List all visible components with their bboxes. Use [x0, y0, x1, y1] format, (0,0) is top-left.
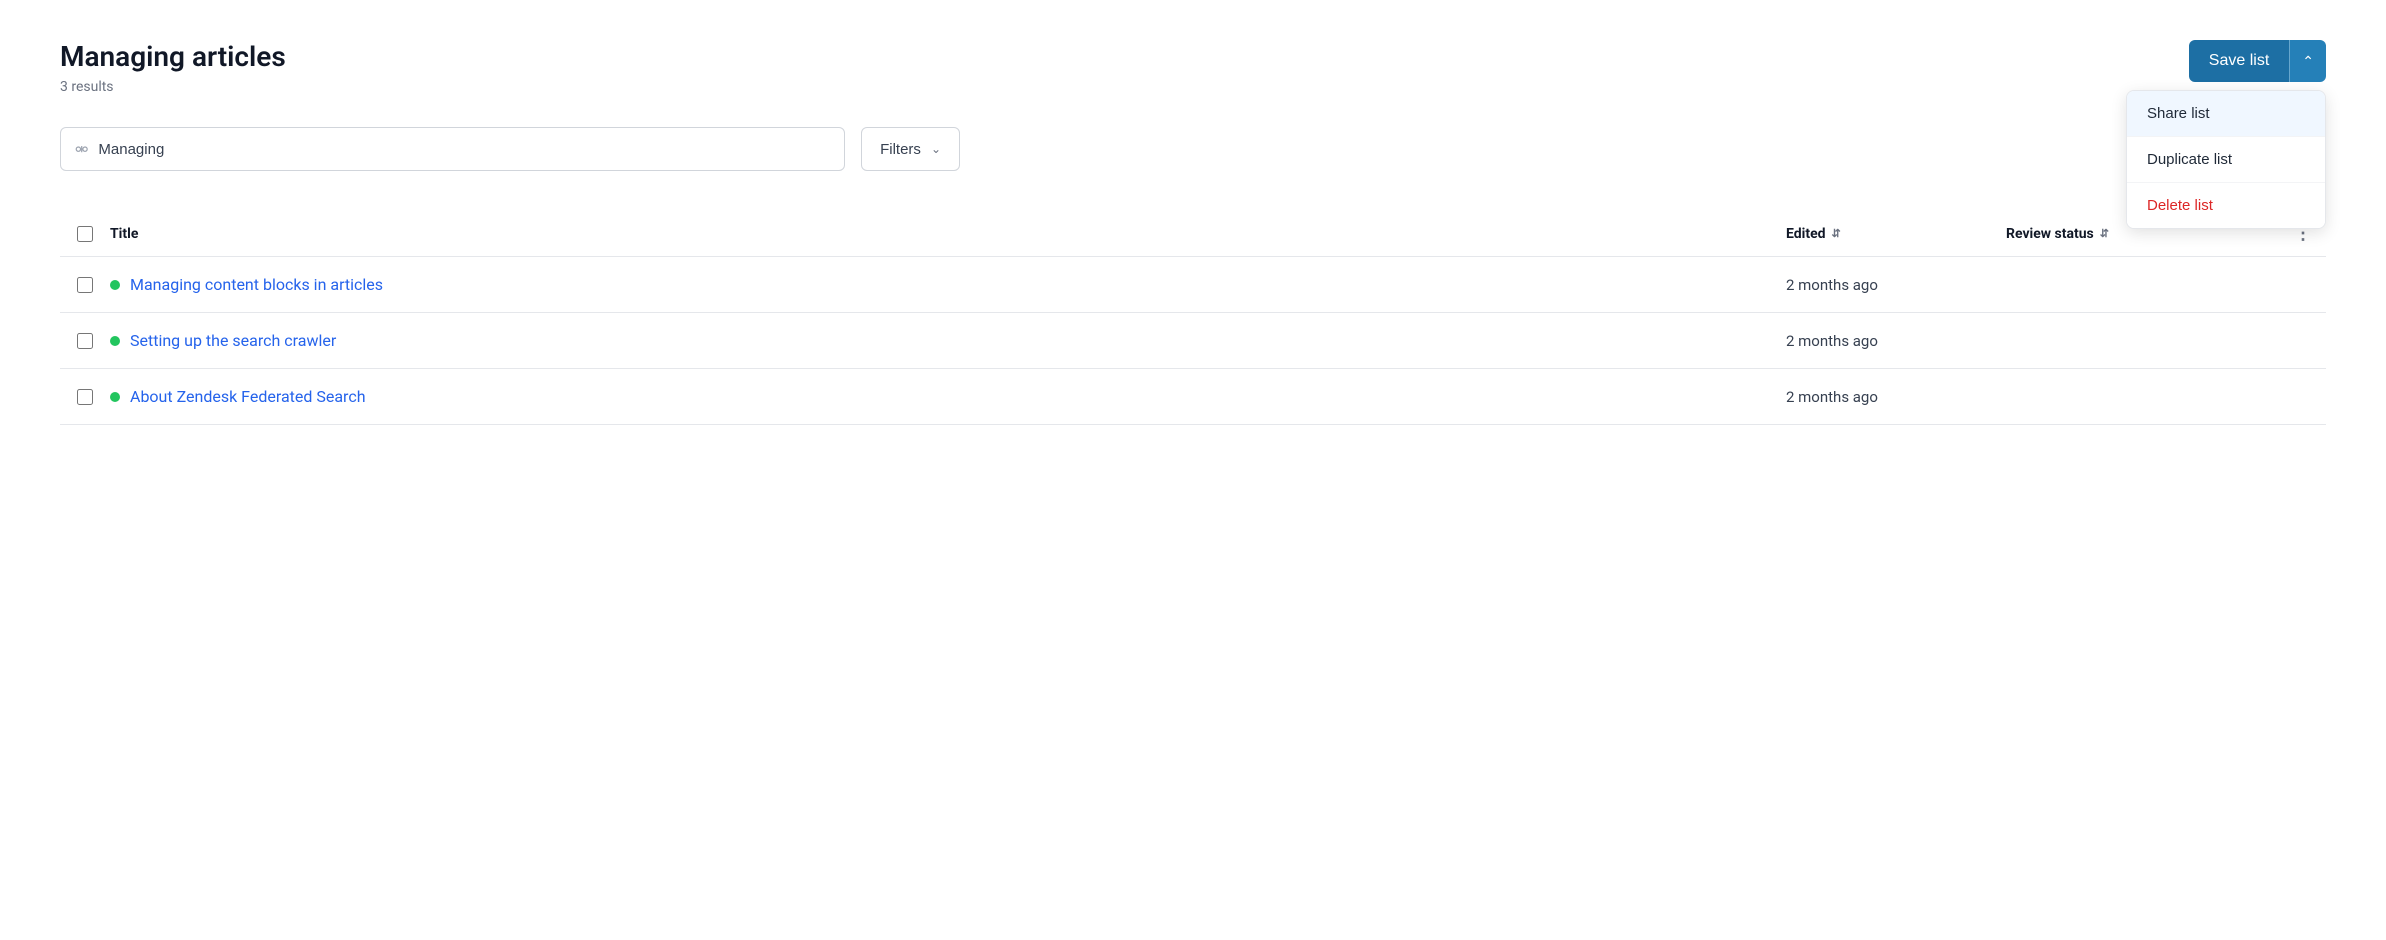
table-row: Managing content blocks in articles 2 mo… — [60, 257, 2326, 313]
header-right: Save list ⌃ Share list Duplicate list De… — [2189, 40, 2326, 82]
col-header-edited: Edited ⇵ — [1786, 226, 2006, 242]
row-checkbox-cell-2 — [60, 333, 110, 349]
status-dot-published — [110, 392, 120, 402]
chevron-down-icon: ⌄ — [931, 142, 941, 156]
filters-button[interactable]: Filters ⌄ — [861, 127, 960, 171]
search-input[interactable] — [98, 141, 830, 158]
page-title: Managing articles — [60, 40, 286, 73]
row-3-title-cell: About Zendesk Federated Search — [110, 387, 1786, 406]
row-3-checkbox[interactable] — [77, 389, 93, 405]
duplicate-list-item[interactable]: Duplicate list — [2127, 137, 2325, 182]
row-checkbox-cell-1 — [60, 277, 110, 293]
chevron-up-icon: ⌃ — [2302, 53, 2314, 70]
edited-column-label: Edited ⇵ — [1786, 226, 2006, 242]
row-2-checkbox[interactable] — [77, 333, 93, 349]
header-left: Managing articles 3 results — [60, 40, 286, 95]
article-link-2[interactable]: Setting up the search crawler — [130, 331, 336, 350]
table-header: Title Edited ⇵ Review status ⇵ ⋮ — [60, 211, 2326, 257]
status-dot-published — [110, 336, 120, 346]
dropdown-menu: Share list Duplicate list Delete list — [2126, 90, 2326, 229]
review-sort-icon[interactable]: ⇵ — [2100, 228, 2109, 239]
status-dot-published — [110, 280, 120, 290]
table-row: About Zendesk Federated Search 2 months … — [60, 369, 2326, 425]
row-2-edited-cell: 2 months ago — [1786, 332, 2006, 350]
row-checkbox-cell-3 — [60, 389, 110, 405]
table-row: Setting up the search crawler 2 months a… — [60, 313, 2326, 369]
row-1-title-cell: Managing content blocks in articles — [110, 275, 1786, 294]
title-column-label: Title — [110, 226, 1786, 242]
row-1-checkbox[interactable] — [77, 277, 93, 293]
share-list-item[interactable]: Share list — [2127, 91, 2325, 136]
row-1-edited-cell: 2 months ago — [1786, 276, 2006, 294]
row-2-title-cell: Setting up the search crawler — [110, 331, 1786, 350]
articles-table: Title Edited ⇵ Review status ⇵ ⋮ Managin… — [60, 211, 2326, 425]
filters-label: Filters — [880, 141, 921, 158]
row-3-edited-cell: 2 months ago — [1786, 388, 2006, 406]
save-list-button-group: Save list ⌃ — [2189, 40, 2326, 82]
search-wrapper: ⚮ — [60, 127, 845, 171]
article-link-1[interactable]: Managing content blocks in articles — [130, 275, 383, 294]
search-filter-row: ⚮ Filters ⌄ — [60, 127, 960, 171]
header-checkbox-cell — [60, 226, 110, 242]
article-link-3[interactable]: About Zendesk Federated Search — [130, 387, 366, 406]
results-count: 3 results — [60, 79, 286, 95]
save-list-chevron-button[interactable]: ⌃ — [2289, 40, 2326, 82]
save-list-button[interactable]: Save list — [2189, 40, 2289, 82]
search-icon: ⚮ — [75, 140, 88, 159]
delete-list-item[interactable]: Delete list — [2127, 183, 2325, 228]
col-header-title: Title — [110, 226, 1786, 242]
page-header: Managing articles 3 results Save list ⌃ … — [60, 40, 2326, 95]
edited-sort-icon[interactable]: ⇵ — [1832, 228, 1841, 239]
select-all-checkbox[interactable] — [77, 226, 93, 242]
